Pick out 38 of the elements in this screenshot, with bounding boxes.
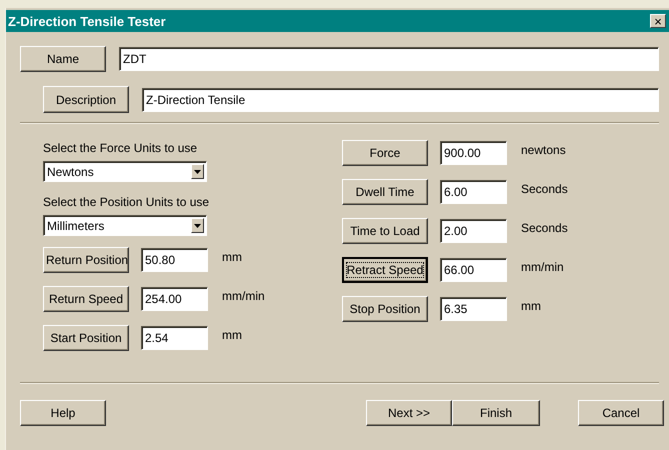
next-button[interactable]: Next >> xyxy=(366,400,452,426)
unit-label: mm/min xyxy=(222,289,265,303)
unit-label: Seconds xyxy=(521,182,568,196)
parameter-field[interactable]: 6.35 xyxy=(440,297,507,321)
help-button[interactable]: Help xyxy=(20,400,106,426)
name-button[interactable]: Name xyxy=(20,46,106,72)
parameter-field[interactable]: 6.00 xyxy=(440,180,507,204)
parameter-button[interactable]: Return Position xyxy=(43,247,129,273)
close-button[interactable]: × xyxy=(650,14,666,28)
parameter-button[interactable]: Start Position xyxy=(43,325,129,351)
parameter-button[interactable]: Return Speed xyxy=(43,286,129,312)
name-field[interactable]: ZDT xyxy=(119,47,659,71)
unit-label: Seconds xyxy=(521,221,568,235)
parameter-button[interactable]: Time to Load xyxy=(342,218,428,244)
parameter-field[interactable]: 2.54 xyxy=(141,326,208,350)
parameter-button[interactable]: Dwell Time xyxy=(342,179,428,205)
parameter-button[interactable]: Stop Position xyxy=(342,296,428,322)
unit-label: newtons xyxy=(521,143,566,157)
parameter-button[interactable]: Retract Speed xyxy=(342,257,428,283)
force-units-dropdown[interactable]: Newtons xyxy=(43,161,207,182)
parameter-field[interactable]: 900.00 xyxy=(440,141,507,165)
finish-button[interactable]: Finish xyxy=(452,400,540,426)
parameter-field[interactable]: 50.80 xyxy=(141,248,208,272)
description-field[interactable]: Z-Direction Tensile xyxy=(142,88,659,112)
description-button[interactable]: Description xyxy=(43,86,129,113)
unit-label: mm xyxy=(222,328,242,342)
parameter-button[interactable]: Force xyxy=(342,140,428,166)
parameter-field[interactable]: 66.00 xyxy=(440,258,507,282)
parameter-field[interactable]: 254.00 xyxy=(141,287,208,311)
cancel-button[interactable]: Cancel xyxy=(578,400,664,426)
position-units-label: Select the Position Units to use xyxy=(43,195,210,209)
unit-label: mm xyxy=(521,299,541,313)
window-title: Z-Direction Tensile Tester xyxy=(8,14,166,28)
unit-label: mm xyxy=(222,250,242,264)
parameter-field[interactable]: 2.00 xyxy=(440,219,507,243)
unit-label: mm/min xyxy=(521,260,564,274)
position-units-dropdown[interactable]: Millimeters xyxy=(43,215,207,236)
force-units-label: Select the Force Units to use xyxy=(43,141,198,155)
